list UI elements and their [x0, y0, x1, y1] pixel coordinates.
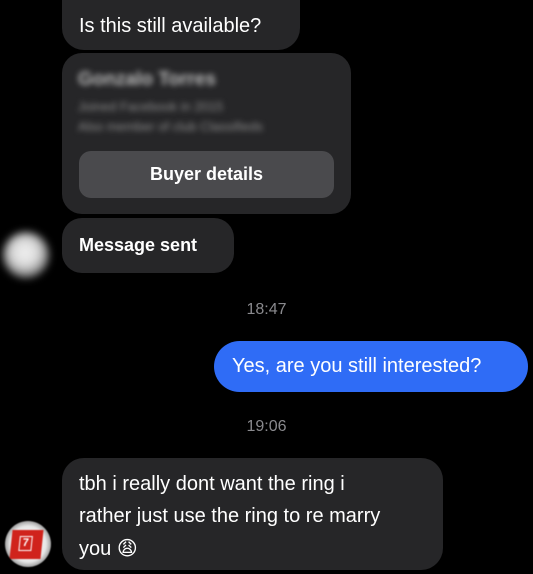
message-text-line-2: rather just use the ring to re marry	[79, 505, 381, 527]
badge-number: 7	[21, 537, 30, 549]
message-sent-text: Message sent	[79, 235, 198, 255]
message-text: Yes, are you still interested?	[232, 355, 482, 377]
sender-avatar-badge[interactable]: 7	[5, 521, 51, 567]
buyer-info-card: Gonzalo Torres Joined Facebook in 2015 A…	[62, 53, 351, 214]
incoming-message-sent-notice[interactable]: Message sent	[62, 218, 234, 273]
badge-icon: 7	[9, 530, 44, 559]
sender-avatar[interactable]	[3, 232, 49, 278]
buyer-info-line-2: Also member of club Classifieds	[78, 119, 263, 134]
buyer-details-label: Buyer details	[149, 164, 264, 184]
weary-face-emoji: 😩	[116, 538, 138, 560]
timestamp: 19:06	[246, 418, 287, 435]
buyer-name: Gonzalo Torres	[78, 69, 216, 90]
incoming-message-question[interactable]: Is this still available?	[62, 0, 300, 50]
message-text-line-1: tbh i really dont want the ring i	[79, 473, 345, 495]
timestamp: 18:47	[246, 301, 287, 318]
buyer-details-button[interactable]: Buyer details	[79, 151, 334, 198]
buyer-info-line-1: Joined Facebook in 2015	[78, 99, 224, 114]
message-text: Is this still available?	[79, 15, 262, 37]
incoming-message-reply[interactable]: tbh i really dont want the ring i rather…	[62, 458, 443, 570]
outgoing-message[interactable]: Yes, are you still interested?	[214, 341, 528, 392]
message-text-line-3: you	[79, 538, 112, 560]
